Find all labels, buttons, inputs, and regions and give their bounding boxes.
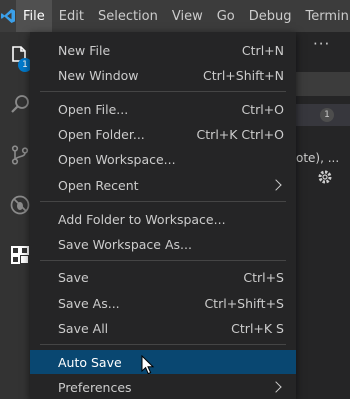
menu-item-label: Save — [58, 269, 89, 285]
menu-view[interactable]: View — [165, 0, 210, 32]
menu-item-shortcut: Ctrl+S — [243, 269, 284, 285]
mouse-cursor-icon — [141, 354, 155, 375]
menu-item-label: Add Folder to Workspace... — [58, 211, 226, 227]
menu-item-label: Save As... — [58, 295, 120, 311]
menu-separator — [40, 344, 286, 345]
menu-item-label: New Window — [58, 67, 139, 83]
menu-item-label: Save Workspace As... — [58, 236, 192, 252]
menu-item-save-as[interactable]: Save As... Ctrl+Shift+S — [30, 291, 296, 315]
menu-item-label: Save All — [58, 320, 109, 336]
menu-item-shortcut: Ctrl+Shift+S — [204, 295, 284, 311]
menu-item-add-folder[interactable]: Add Folder to Workspace... — [30, 207, 296, 231]
menu-item-label: Open Folder... — [58, 126, 145, 142]
file-menu-dropdown: New File Ctrl+N New Window Ctrl+Shift+N … — [30, 32, 296, 399]
more-actions-button[interactable]: ··· — [313, 35, 330, 53]
menu-item-open-workspace[interactable]: Open Workspace... — [30, 147, 296, 171]
menu-debug[interactable]: Debug — [242, 0, 299, 32]
menu-item-label: Preferences — [58, 379, 132, 395]
sidebar-search-input[interactable] — [296, 72, 350, 96]
menu-item-shortcut: Ctrl+K S — [231, 320, 284, 336]
vscode-logo-icon — [0, 0, 16, 32]
menu-item-shortcut: Ctrl+K Ctrl+O — [196, 126, 284, 142]
menu-item-shortcut: Ctrl+O — [241, 101, 284, 117]
menu-go[interactable]: Go — [210, 0, 242, 32]
menu-terminal[interactable]: Termin — [299, 0, 350, 32]
menu-item-new-file[interactable]: New File Ctrl+N — [30, 38, 296, 62]
menu-edit[interactable]: Edit — [52, 0, 91, 32]
menu-item-label: Open Workspace... — [58, 151, 176, 167]
menu-item-save-workspace-as[interactable]: Save Workspace As... — [30, 232, 296, 256]
gear-icon[interactable] — [316, 168, 334, 186]
menu-item-open-recent[interactable]: Open Recent — [30, 173, 296, 197]
menu-separator — [40, 260, 286, 261]
menu-separator — [40, 201, 286, 202]
menu-item-shortcut: Ctrl+Shift+N — [203, 67, 284, 83]
menu-item-label: Open File... — [58, 101, 129, 117]
menu-file[interactable]: File — [16, 0, 52, 32]
menu-item-save[interactable]: Save Ctrl+S — [30, 265, 296, 289]
title-bar: File Edit Selection View Go Debug Termin — [0, 0, 350, 32]
menu-item-label: New File — [58, 42, 111, 58]
menu-separator — [40, 91, 286, 92]
sidebar-partial-text: ote), ... — [296, 151, 340, 165]
menu-item-label: Auto Save — [58, 354, 122, 370]
menu-item-open-file[interactable]: Open File... Ctrl+O — [30, 97, 296, 121]
menu-item-preferences[interactable]: Preferences — [30, 375, 296, 399]
menu-selection[interactable]: Selection — [91, 0, 165, 32]
menu-item-save-all[interactable]: Save All Ctrl+K S — [30, 316, 296, 340]
menu-item-shortcut: Ctrl+N — [241, 42, 284, 58]
chevron-right-icon — [270, 381, 282, 393]
menu-item-label: Open Recent — [58, 177, 139, 193]
menu-item-new-window[interactable]: New Window Ctrl+Shift+N — [30, 63, 296, 87]
menu-bar: File Edit Selection View Go Debug Termin — [16, 0, 350, 32]
menu-item-auto-save[interactable]: Auto Save — [30, 350, 296, 374]
count-badge: 1 — [320, 108, 334, 122]
menu-item-open-folder[interactable]: Open Folder... Ctrl+K Ctrl+O — [30, 122, 296, 146]
chevron-right-icon — [270, 179, 282, 191]
